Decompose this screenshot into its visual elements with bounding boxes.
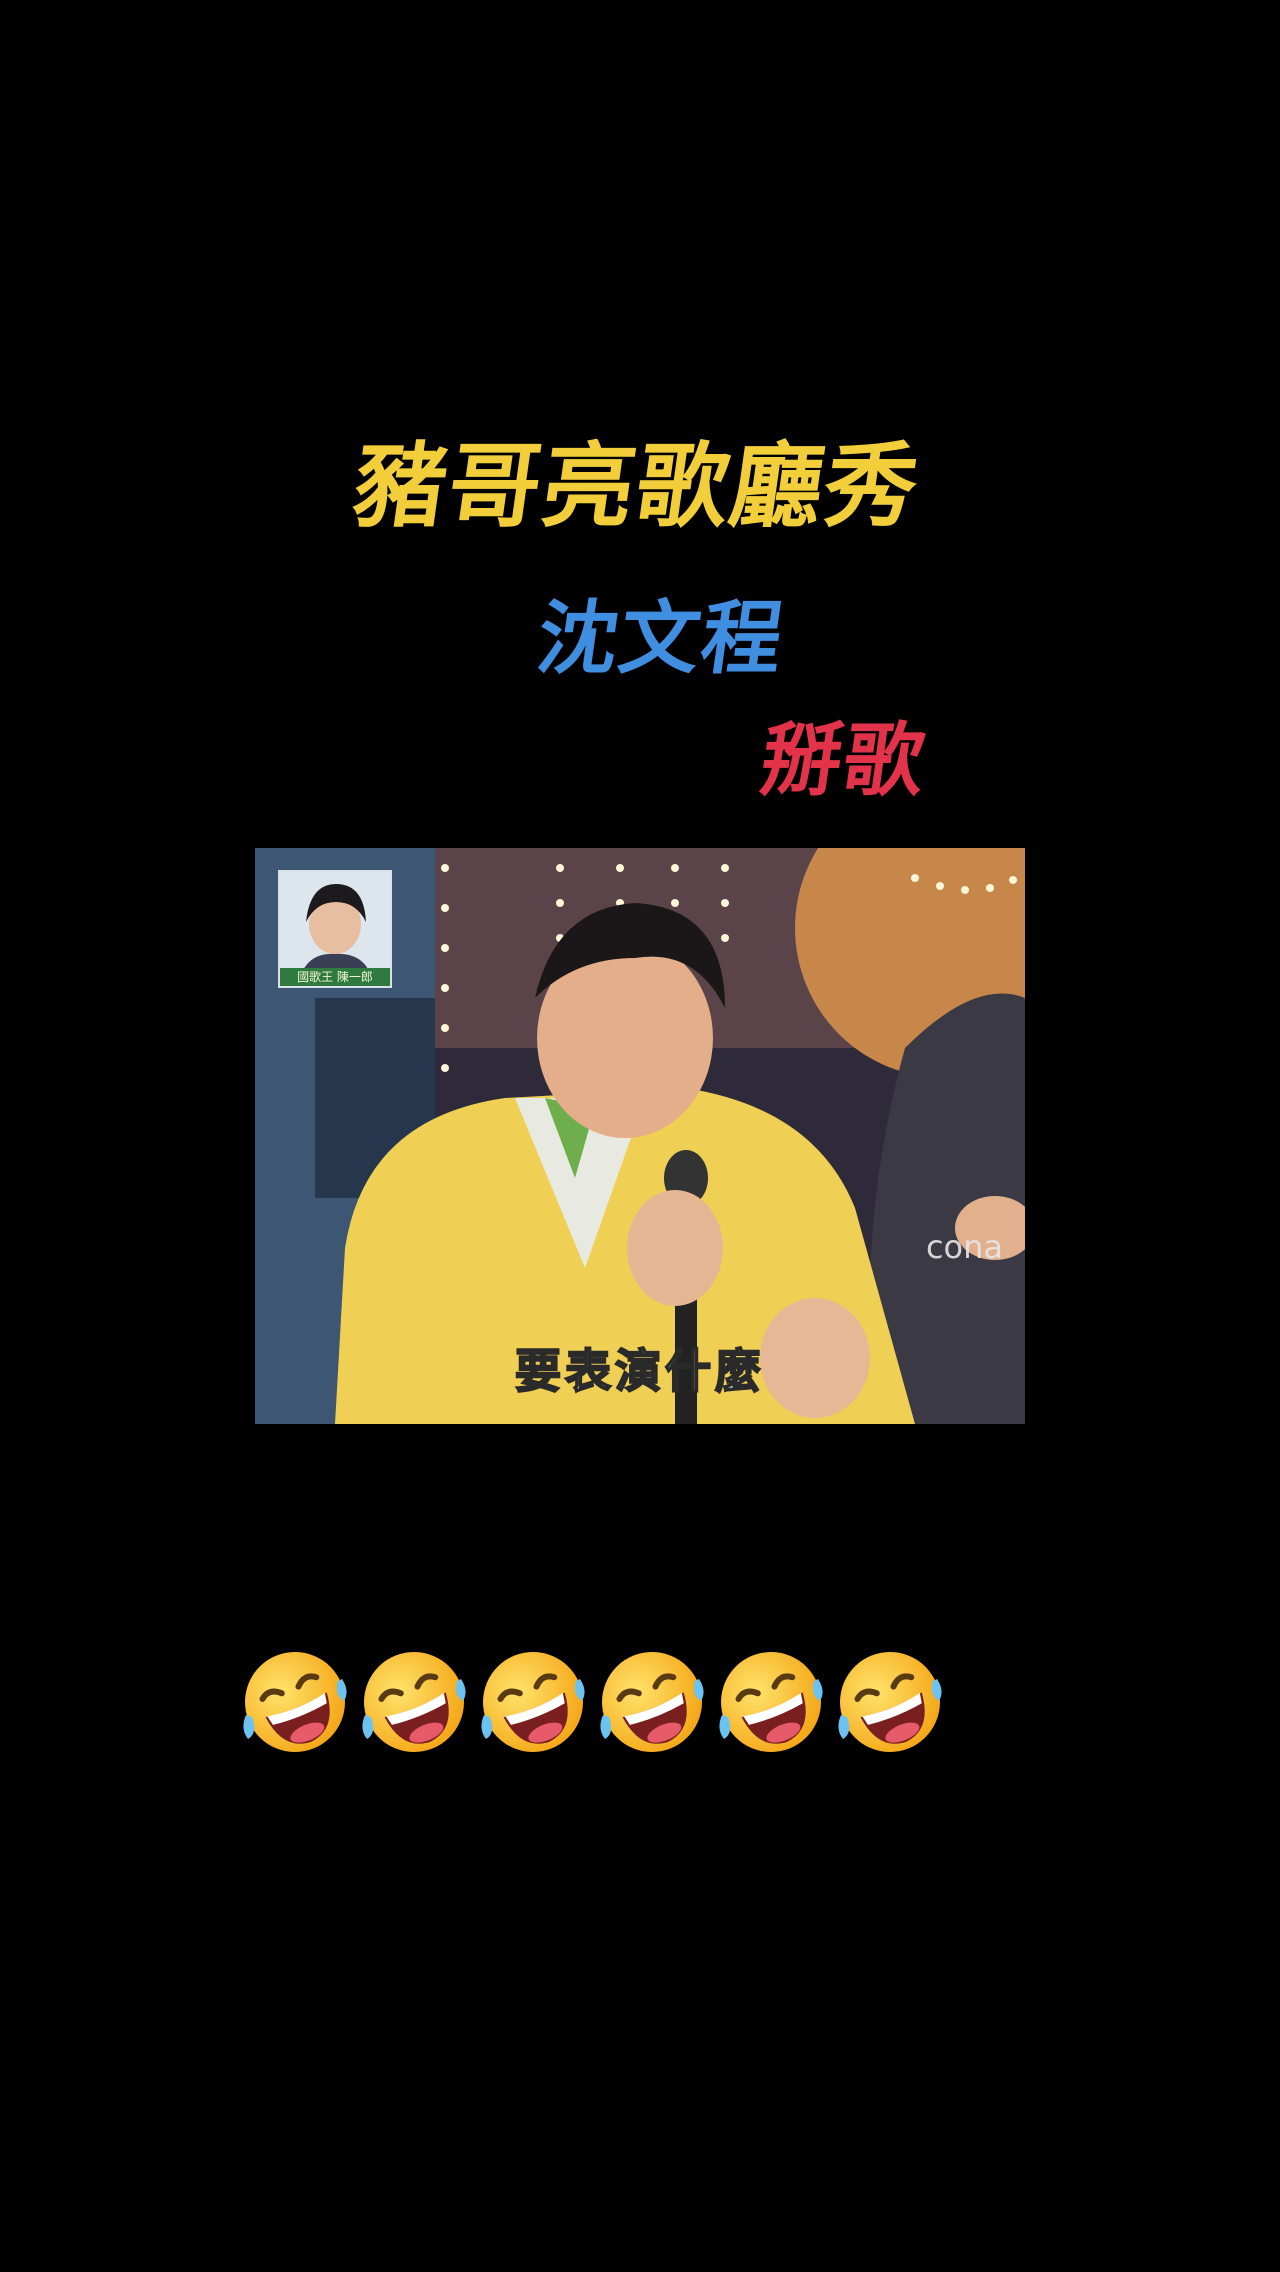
rolling-on-floor-laughing-icon — [238, 1645, 352, 1759]
rolling-on-floor-laughing-icon — [476, 1645, 590, 1759]
emoji-row — [238, 1645, 947, 1761]
video-subtitle: 要表演什麼 — [514, 1343, 765, 1399]
watermark: cona — [925, 1228, 1003, 1266]
rolling-on-floor-laughing-icon — [714, 1645, 828, 1759]
thumbnail-inset: 國歌王 陳一郎 — [278, 870, 392, 988]
rolling-on-floor-laughing-icon — [357, 1645, 471, 1759]
video-frame[interactable]: 國歌王 陳一郎 cona 要表演什麼 — [255, 848, 1025, 1424]
rolling-on-floor-laughing-icon — [833, 1645, 947, 1759]
name-caption: 沈文程 — [531, 591, 791, 685]
thumbnail-label: 國歌王 陳一郎 — [280, 968, 390, 986]
tag-caption: 掰歌 — [755, 713, 933, 807]
rolling-on-floor-laughing-icon — [595, 1645, 709, 1759]
title-caption: 豬哥亮歌廳秀 — [347, 432, 927, 540]
video-screen[interactable]: 豬哥亮歌廳秀 沈文程 掰歌 國歌王 陳一郎 cona 要表演什麼 — [0, 0, 1280, 2272]
